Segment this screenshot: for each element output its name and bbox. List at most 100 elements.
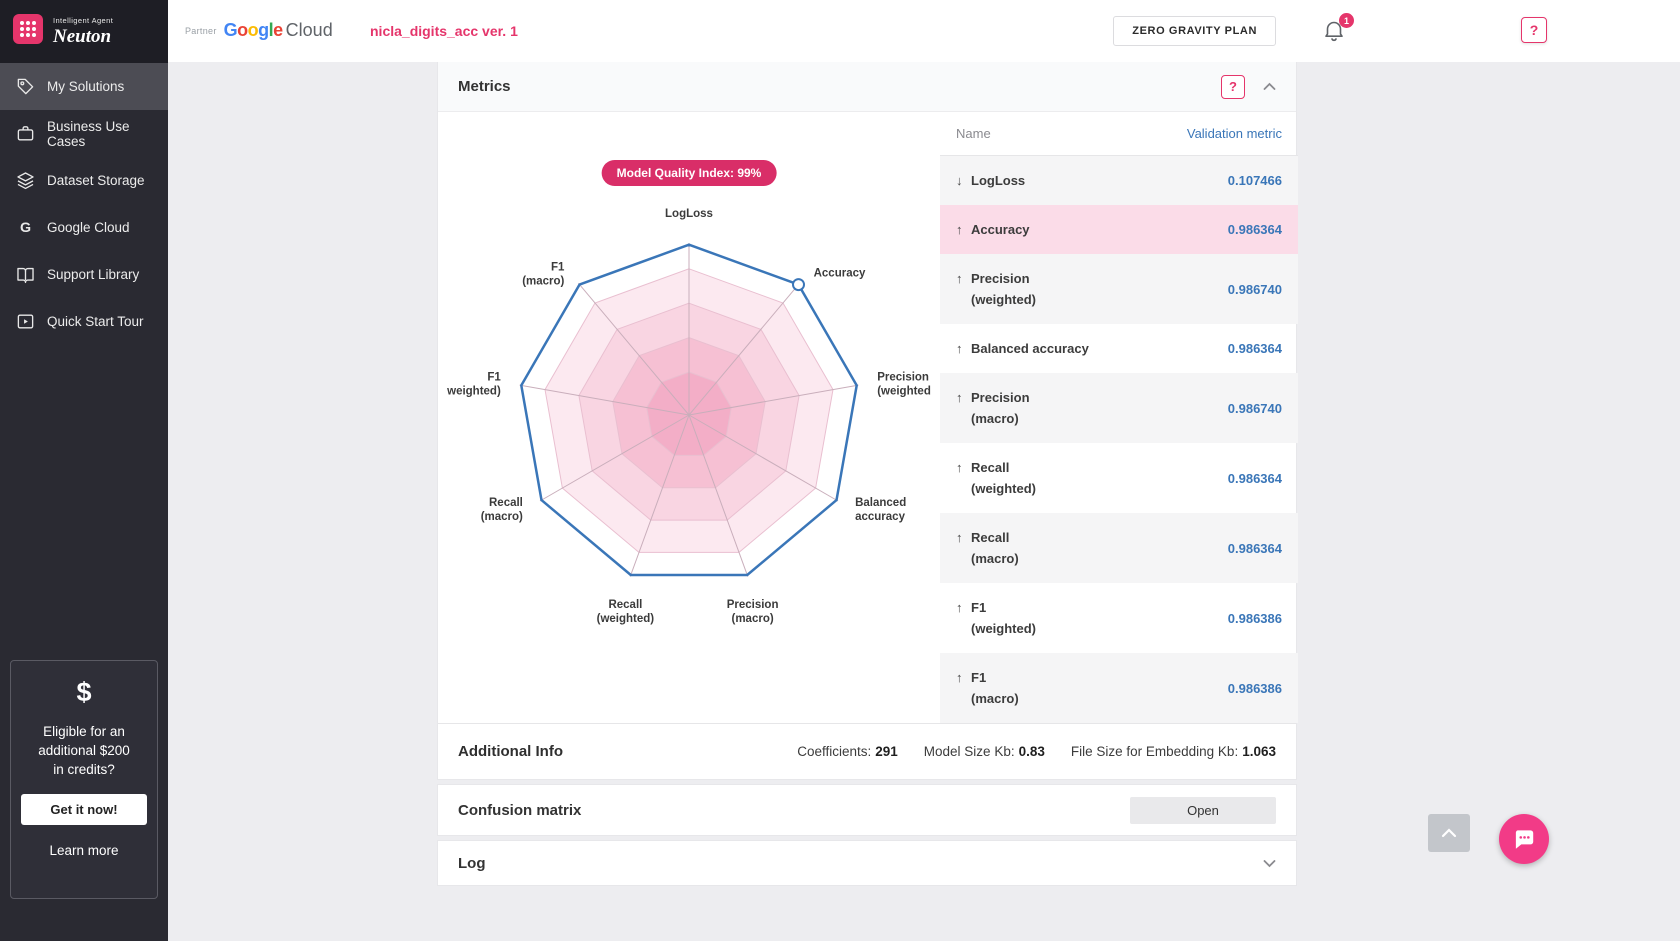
metric-value: 0.986740 (1228, 282, 1282, 297)
sidebar-nav: My Solutions Business Use Cases Dataset St… (0, 63, 168, 345)
radar-axis-label: Recall (608, 599, 642, 611)
notification-bell-icon[interactable]: 1 (1322, 18, 1348, 46)
log-card: Log (437, 840, 1297, 886)
sidebar: Intelligent Agent Neuton My Solutions Bus… (0, 0, 168, 941)
arrow-up-icon: ↑ (956, 338, 963, 359)
metric-row[interactable]: ↑Precision(weighted)0.986740 (940, 254, 1298, 324)
brand-subtitle: Intelligent Agent (53, 17, 113, 25)
radar-axis-label: (macro) (481, 511, 523, 523)
brand[interactable]: Intelligent Agent Neuton (0, 0, 168, 63)
radar-axis-label: (macro) (522, 276, 564, 288)
get-it-now-button[interactable]: Get it now! (21, 794, 147, 825)
metric-row[interactable]: ↑Recall(weighted) 0.986364 (940, 443, 1298, 513)
metric-row[interactable]: ↑F1(macro) 0.986386 (940, 653, 1298, 723)
partner-block: Partner Google Cloud (185, 20, 333, 41)
name-column-header: Name (956, 126, 991, 141)
solution-title: nicla_digits_acc ver. 1 (370, 23, 518, 39)
log-chevron-down-icon[interactable] (1263, 859, 1276, 868)
promo-text: Eligible for anadditional $200in credits… (19, 722, 149, 779)
metric-row[interactable]: ↑Recall(macro)0.986364 (940, 513, 1298, 583)
notification-badge: 1 (1339, 13, 1354, 28)
open-confusion-matrix-button[interactable]: Open (1130, 797, 1276, 824)
book-icon (15, 265, 35, 285)
arrow-up-icon: ↑ (956, 268, 963, 289)
arrow-up-icon: ↑ (956, 457, 963, 478)
arrow-up-icon: ↑ (956, 387, 963, 408)
sidebar-item-dataset-storage[interactable]: Dataset Storage (0, 157, 168, 204)
metric-name-qualifier: (weighted) (971, 478, 1036, 499)
radar-axis-label: (weighted (877, 386, 931, 398)
radar-chart: LogLoss Accuracy Precision (weighted Balance… (438, 112, 940, 672)
collapse-chevron-up-icon[interactable] (1263, 82, 1276, 91)
confusion-matrix-card: Confusion matrix Open (437, 784, 1297, 836)
sidebar-item-label: Quick Start Tour (47, 314, 144, 329)
metric-name-qualifier: (macro) (971, 548, 1019, 569)
radar-axis-label: LogLoss (665, 208, 713, 220)
dollar-icon: $ (19, 677, 149, 708)
arrow-up-icon: ↑ (956, 219, 963, 240)
sidebar-item-quick-start-tour[interactable]: Quick Start Tour (0, 298, 168, 345)
radar-axis-label: F1 (487, 372, 501, 384)
sidebar-item-label: Business Use Cases (47, 119, 153, 149)
metric-row[interactable]: ↑Precision(macro)0.986740 (940, 373, 1298, 443)
metric-value: 0.986740 (1228, 401, 1282, 416)
metrics-card-header: Metrics ? (438, 62, 1296, 112)
radar-axis-label: Accuracy (814, 268, 866, 280)
log-title: Log (458, 855, 486, 872)
radar-axis-label: Precision (727, 599, 779, 611)
top-header: Partner Google Cloud nicla_digits_acc ve… (168, 0, 1680, 62)
promo-line: in credits? (19, 760, 149, 779)
sidebar-item-support-library[interactable]: Support Library (0, 251, 168, 298)
sidebar-item-my-solutions[interactable]: My Solutions (0, 63, 168, 110)
metric-value: 0.986364 (1228, 541, 1282, 556)
validation-metric-column-header[interactable]: Validation metric (1187, 126, 1282, 141)
radar-axis-label: Balanced (855, 497, 906, 509)
neuton-logo-icon (12, 13, 44, 50)
scroll-to-top-button[interactable] (1428, 814, 1470, 852)
metric-value: 0.986364 (1228, 222, 1282, 237)
additional-info-item: Coefficients:291 (797, 744, 898, 759)
help-button[interactable]: ? (1521, 17, 1547, 43)
metric-value: 0.986386 (1228, 681, 1282, 696)
brand-name: Neuton (53, 27, 113, 46)
metrics-table-header: Name Validation metric (940, 112, 1298, 156)
promo-line: Eligible for an (19, 722, 149, 741)
metrics-title: Metrics (458, 78, 511, 95)
metric-value: 0.986386 (1228, 611, 1282, 626)
metric-value: 0.986364 (1228, 471, 1282, 486)
svg-text:G: G (19, 220, 30, 236)
sidebar-item-google-cloud[interactable]: G Google Cloud (0, 204, 168, 251)
metrics-help-button[interactable]: ? (1221, 75, 1245, 99)
radar-axis-label: accuracy (855, 511, 905, 523)
app-window: Intelligent Agent Neuton My Solutions Bus… (0, 0, 1680, 941)
sidebar-item-label: Support Library (47, 267, 139, 282)
tag-icon (15, 77, 35, 97)
main-content: Metrics ? Model Quality Index: 99% LogLo… (168, 62, 1680, 941)
sidebar-item-business-use-cases[interactable]: Business Use Cases (0, 110, 168, 157)
google-cloud-logo: Google (224, 20, 283, 41)
arrow-up-icon: ↑ (956, 667, 963, 688)
metric-value: 0.107466 (1228, 173, 1282, 188)
chat-button[interactable] (1499, 814, 1549, 864)
credits-promo: $ Eligible for anadditional $200in credi… (10, 660, 158, 899)
metric-name-qualifier: (macro) (971, 408, 1030, 429)
metric-row[interactable]: ↑Balanced accuracy0.986364 (940, 324, 1298, 373)
zero-gravity-plan-button[interactable]: ZERO GRAVITY PLAN (1113, 16, 1276, 46)
radar-axis-label: weighted) (446, 386, 501, 398)
metric-name: ↑F1(macro) (971, 667, 1019, 709)
radar-axis-label: Precision (877, 372, 929, 384)
additional-info-items: Coefficients:291Model Size Kb:0.83File S… (797, 744, 1276, 759)
metric-row[interactable]: ↓LogLoss0.107466 (940, 156, 1298, 205)
metrics-table: Name Validation metric ↓LogLoss0.107466↑… (940, 112, 1298, 723)
google-icon: G (15, 218, 35, 238)
metric-name: ↑Recall(weighted) (971, 457, 1036, 499)
metric-name-qualifier: (weighted) (971, 289, 1036, 310)
sidebar-item-label: Google Cloud (47, 220, 130, 235)
learn-more-link[interactable]: Learn more (19, 843, 149, 858)
radar-axis-label: (macro) (732, 613, 774, 625)
metric-row[interactable]: ↑F1(weighted)0.986386 (940, 583, 1298, 653)
arrow-up-icon: ↑ (956, 527, 963, 548)
metric-row[interactable]: ↑Accuracy0.986364 (940, 205, 1298, 254)
partner-label: Partner (185, 26, 217, 36)
additional-info-item: File Size for Embedding Kb:1.063 (1071, 744, 1276, 759)
